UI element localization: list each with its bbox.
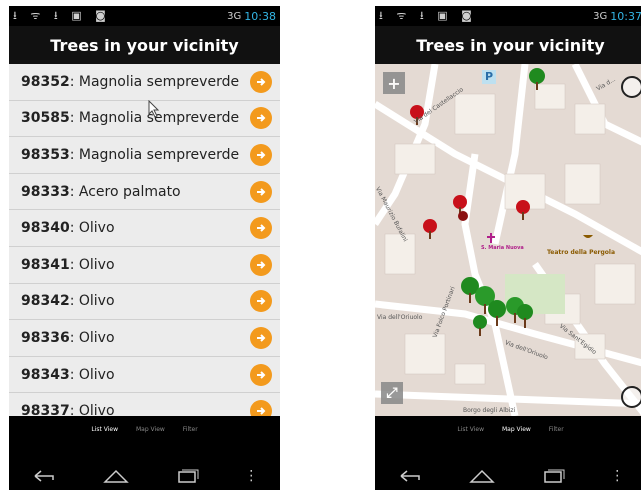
tab-filter[interactable]: Filter (549, 426, 564, 433)
tree-id: 98341 (21, 256, 70, 273)
tree-name: : Olivo (69, 403, 115, 416)
view-tabs: List View Map View Filter (9, 426, 280, 433)
go-button[interactable] (250, 107, 272, 130)
clock: 10:37 (610, 9, 641, 23)
tree-id: 98342 (21, 293, 70, 310)
view-tabs: List View Map View Filter (375, 426, 641, 433)
go-button[interactable] (250, 363, 272, 386)
list-item[interactable]: 98340: Olivo (9, 210, 280, 247)
list-item[interactable]: 98353: Magnolia sempreverde (9, 137, 280, 174)
theatre-icon (583, 235, 593, 238)
arrow-right-icon (257, 78, 266, 86)
recents-icon[interactable] (173, 468, 201, 484)
tree-list: 98352: Magnolia sempreverde 30585: Magnol… (9, 64, 280, 416)
list-item[interactable]: 98336: Olivo (9, 320, 280, 357)
mouse-cursor-icon (148, 100, 160, 118)
arrow-right-icon (257, 114, 266, 123)
tree-name: : Magnolia sempreverde (69, 73, 240, 90)
go-button[interactable] (250, 253, 272, 276)
go-button[interactable] (250, 217, 272, 240)
tree-name: : Olivo (69, 329, 115, 346)
tree-id: 98340 (21, 220, 70, 237)
tab-map-view[interactable]: Map View (136, 426, 165, 433)
bottom-area: List View Map View Filter ⋮ (9, 416, 280, 490)
tab-filter[interactable]: Filter (183, 426, 198, 433)
nav-bar: ⋮ (375, 468, 641, 484)
church-label: S. Maria Nuova (481, 245, 524, 251)
red-tree-marker (423, 219, 437, 239)
arrow-right-icon (257, 407, 266, 415)
page-title: Trees in your vicinity (375, 26, 641, 64)
recents-icon[interactable] (539, 468, 567, 484)
list-item[interactable]: 98352: Magnolia sempreverde (9, 64, 280, 101)
go-button[interactable] (250, 180, 272, 203)
arrow-right-icon (257, 187, 266, 196)
compass-icon[interactable] (621, 386, 641, 408)
go-button[interactable] (250, 70, 272, 93)
tab-list-view[interactable]: List View (457, 426, 484, 433)
menu-icon[interactable]: ⋮ (610, 468, 624, 484)
arrow-right-icon (257, 151, 266, 159)
arrow-right-icon (257, 297, 266, 306)
go-button[interactable] (250, 143, 272, 166)
status-bar: ⭳ ᯤ ⭳ ▣ ◙ 3G 10:37 (375, 6, 641, 26)
go-button[interactable] (250, 400, 272, 416)
arrow-right-icon (257, 334, 266, 342)
go-button[interactable] (250, 326, 272, 349)
red-tree-marker (458, 211, 468, 221)
phone-list-view: ⭳ ᯤ ⭳ ▣ ◙ 3G 10:38 Trees in your vicinit… (9, 6, 280, 490)
tree-name: : Olivo (69, 366, 115, 383)
tree-id: 98337 (21, 403, 70, 416)
list-item[interactable]: 98337: Olivo (9, 393, 280, 416)
arrow-right-icon (257, 261, 266, 269)
green-tree-marker (473, 315, 487, 336)
street-label: Borgo degli Albizi (463, 407, 516, 414)
notification-icons: ⭳ ᯤ ⭳ ▣ ◙ (13, 8, 111, 22)
theatre-label: Teatro della Pergola (547, 249, 616, 256)
arrow-right-icon (257, 224, 266, 232)
notification-icons: ⭳ ᯤ ⭳ ▣ ◙ (379, 8, 477, 22)
status-bar: ⭳ ᯤ ⭳ ▣ ◙ 3G 10:38 (9, 6, 280, 26)
list-item[interactable]: 98341: Olivo (9, 247, 280, 284)
clock: 10:38 (244, 9, 276, 23)
back-icon[interactable] (31, 468, 59, 484)
back-icon[interactable] (397, 468, 425, 484)
phone-map-view: ⭳ ᯤ ⭳ ▣ ◙ 3G 10:37 Trees in your vicinit… (375, 6, 641, 490)
go-button[interactable] (250, 290, 272, 313)
menu-icon[interactable]: ⋮ (244, 468, 258, 484)
home-icon[interactable] (102, 468, 130, 484)
list-item[interactable]: 98342: Olivo (9, 284, 280, 321)
nav-bar: ⋮ (9, 468, 280, 484)
list-item[interactable]: 98343: Olivo (9, 357, 280, 394)
parking-label: P (485, 70, 494, 83)
list-item[interactable]: 98333: Acero palmato (9, 174, 280, 211)
signal-icon: 3G (227, 10, 242, 22)
tree-name: : Magnolia sempreverde (69, 146, 240, 163)
tree-id: 98333 (21, 183, 70, 200)
tab-map-view[interactable]: Map View (502, 426, 531, 433)
arrow-right-icon (257, 370, 266, 379)
bottom-area: List View Map View Filter ⋮ (375, 416, 641, 490)
street-label: Via dell'Oriuolo (377, 314, 423, 321)
green-tree-marker (517, 304, 533, 328)
tree-name: : Olivo (69, 220, 115, 237)
red-tree-marker (516, 200, 530, 220)
tree-name: : Olivo (69, 256, 115, 273)
locate-me-icon[interactable] (621, 76, 641, 98)
zoom-in-button[interactable]: + (383, 72, 405, 94)
home-icon[interactable] (468, 468, 496, 484)
tree-id: 98352 (21, 73, 70, 90)
page-title: Trees in your vicinity (9, 26, 280, 64)
tree-name: : Acero palmato (69, 183, 181, 200)
map-view[interactable]: P Via Maurizio Bufalini Via Folco Portin… (375, 64, 641, 416)
list-item[interactable]: 30585: Magnolia sempreverde (9, 101, 280, 138)
tree-id: 98343 (21, 366, 70, 383)
tree-id: 98353 (21, 146, 70, 163)
signal-icon: 3G (593, 10, 608, 22)
tree-name: : Olivo (69, 293, 115, 310)
tab-list-view[interactable]: List View (91, 426, 118, 433)
fullscreen-icon[interactable]: ⤢ (381, 382, 403, 404)
tree-id: 30585 (21, 110, 70, 127)
tree-id: 98336 (21, 329, 70, 346)
